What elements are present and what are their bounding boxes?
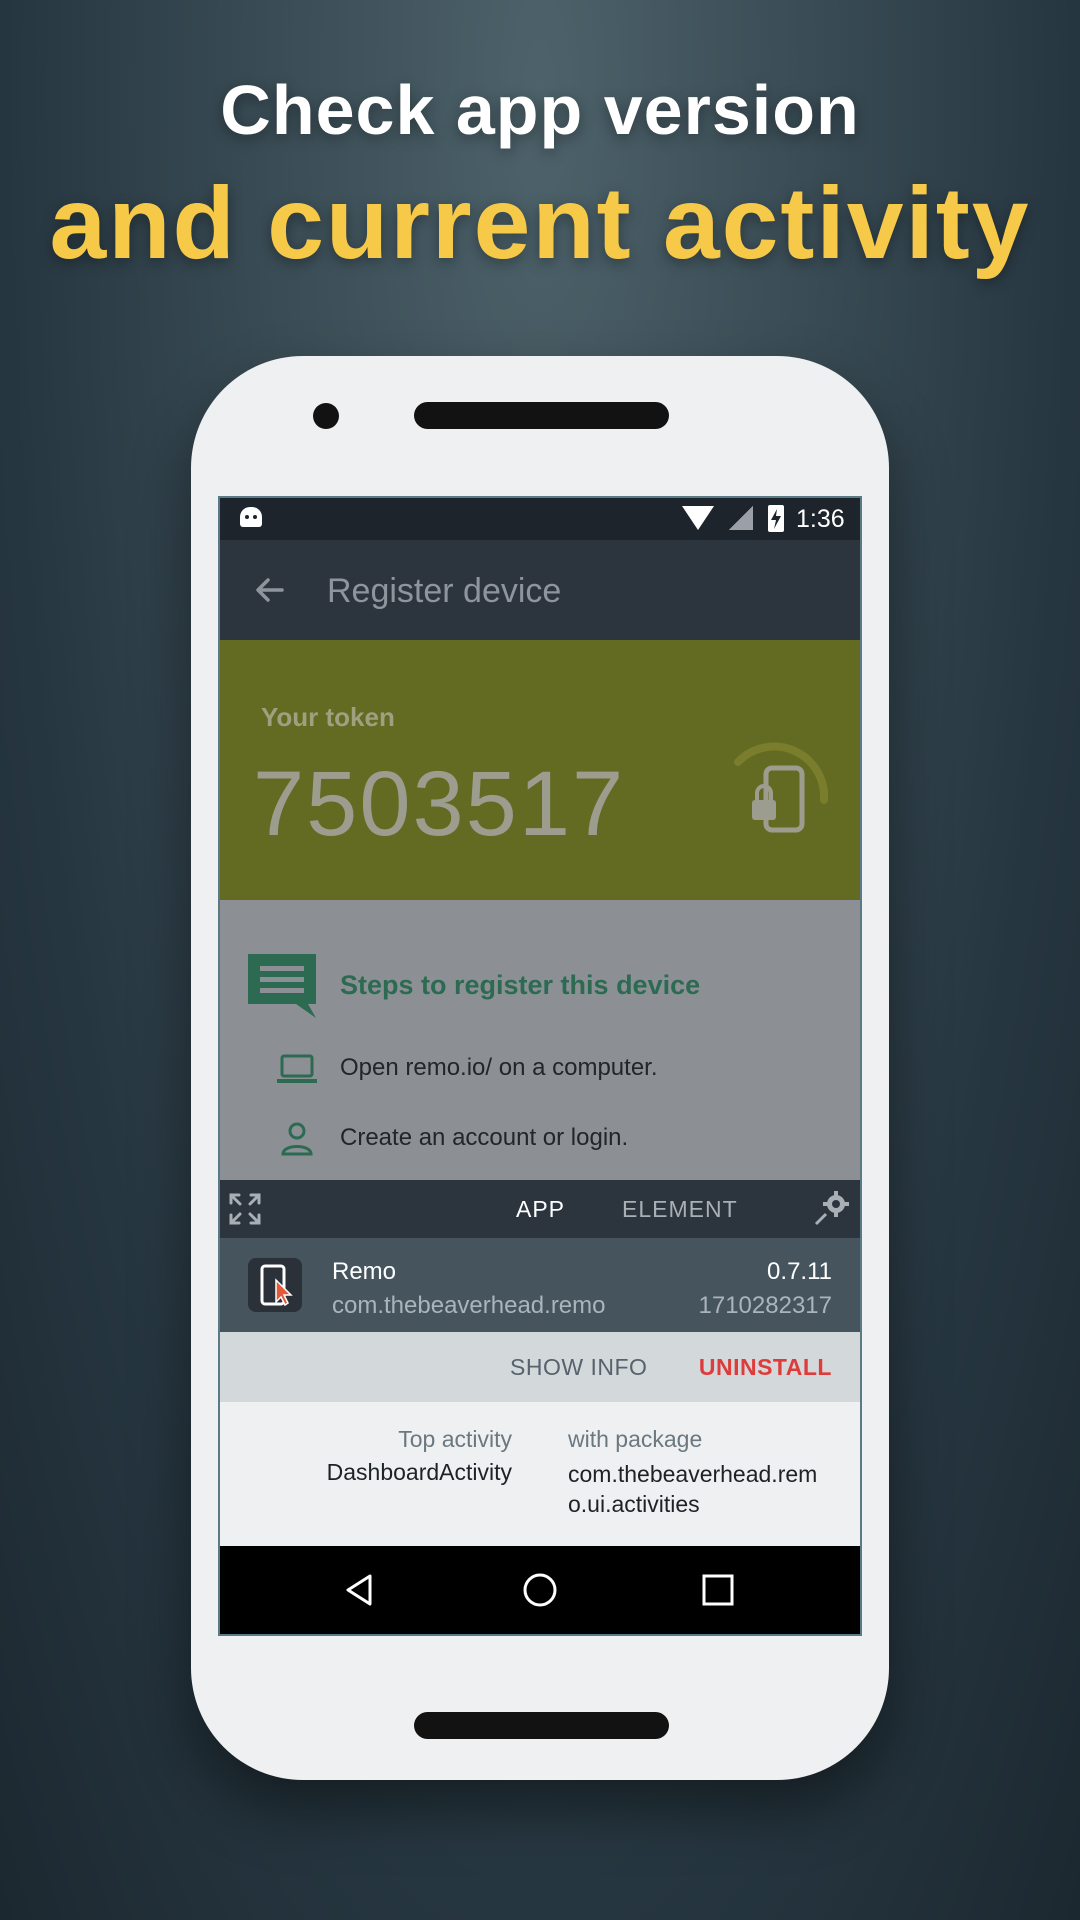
battery-charging-icon xyxy=(768,505,784,532)
app-version: 0.7.11 xyxy=(767,1258,832,1285)
app-name: Remo xyxy=(332,1258,397,1285)
inspector-tab-bar: APP ELEMENT xyxy=(220,1180,860,1238)
arrow-left-icon[interactable] xyxy=(250,570,290,610)
app-icon xyxy=(248,1258,302,1312)
gear-icon[interactable] xyxy=(814,1190,850,1226)
steps-title: Steps to register this device xyxy=(340,970,701,1000)
page-title: Register device xyxy=(327,572,562,610)
person-icon xyxy=(276,1122,318,1156)
wifi-icon xyxy=(682,506,714,530)
laptop-icon xyxy=(276,1052,318,1086)
expand-icon[interactable] xyxy=(228,1192,262,1226)
top-activity-value: DashboardActivity xyxy=(326,1459,512,1485)
promo-headline: Check app version xyxy=(220,71,860,149)
app-version-code: 1710282317 xyxy=(698,1292,832,1319)
app-package: com.thebeaverhead.remo xyxy=(332,1292,606,1319)
no-signal-icon xyxy=(729,506,753,530)
token-label: Your token xyxy=(261,702,395,732)
promo-subheadline: and current activity xyxy=(49,166,1031,280)
token-card: Your token 7503517 xyxy=(220,640,860,900)
step-text: Create an account or login. xyxy=(340,1124,629,1151)
activity-info: Top activity DashboardActivity with pack… xyxy=(220,1402,860,1546)
phone-lock-icon xyxy=(728,740,838,850)
list-item: Create an account or login. xyxy=(220,1114,860,1164)
list-item: Open remo.io/ on a computer. xyxy=(220,1044,860,1094)
navigation-bar xyxy=(220,1546,860,1634)
status-bar: 1:36 xyxy=(220,498,860,540)
package-label: with package xyxy=(568,1426,703,1452)
steps-section: Steps to register this device Open remo.… xyxy=(220,900,860,1180)
nav-home-icon[interactable] xyxy=(520,1570,560,1610)
status-time: 1:36 xyxy=(796,505,845,533)
phone-screen: 1:36 Register device Your token 7503517 xyxy=(218,496,862,1636)
step-text: Open remo.io/ on a computer. xyxy=(340,1054,658,1081)
nav-back-icon[interactable] xyxy=(340,1570,380,1610)
android-debug-icon xyxy=(240,507,262,527)
tab-app[interactable]: APP xyxy=(516,1196,565,1223)
package-value: com.thebeaverhead.remo.ui.activities xyxy=(568,1461,818,1517)
app-bar: Register device xyxy=(220,540,860,640)
message-icon xyxy=(246,950,318,1020)
uninstall-button[interactable]: UNINSTALL xyxy=(699,1354,832,1381)
tab-element[interactable]: ELEMENT xyxy=(622,1196,738,1223)
nav-recents-icon[interactable] xyxy=(698,1570,738,1610)
app-actions: SHOW INFO UNINSTALL xyxy=(220,1332,860,1402)
earpiece-speaker xyxy=(414,402,669,429)
show-info-button[interactable]: SHOW INFO xyxy=(510,1354,647,1381)
app-info-row: Remo com.thebeaverhead.remo 0.7.11 17102… xyxy=(220,1238,860,1332)
front-camera xyxy=(313,403,339,429)
top-activity-label: Top activity xyxy=(398,1426,512,1452)
token-value: 7503517 xyxy=(253,753,626,855)
bottom-speaker xyxy=(414,1712,669,1739)
